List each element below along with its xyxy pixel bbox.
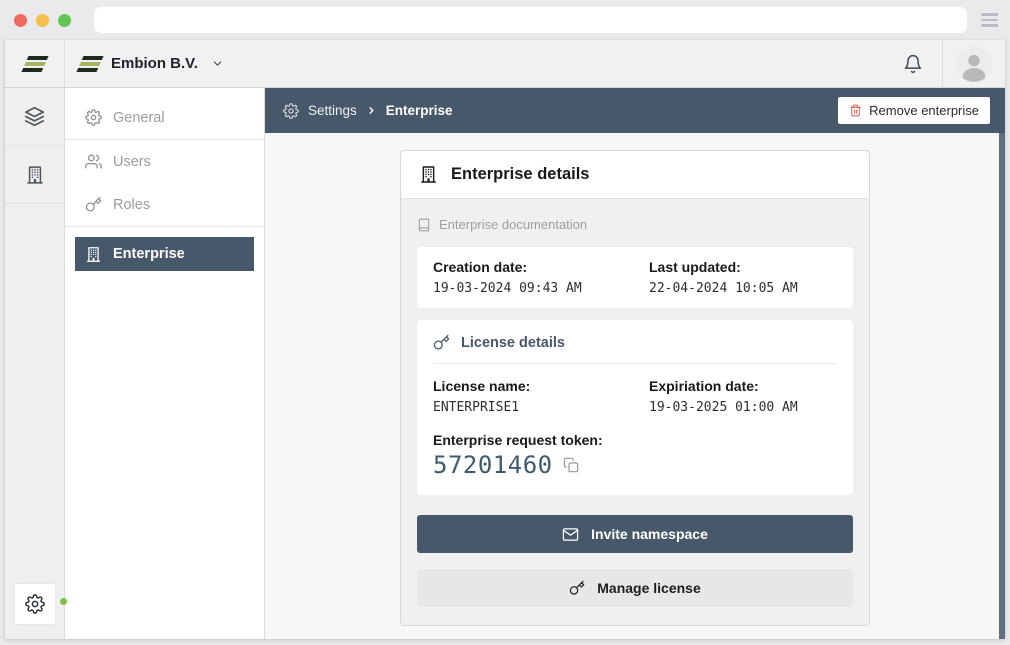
vertical-scrollbar[interactable] <box>999 133 1005 639</box>
app-header: Embion B.V. <box>5 40 1005 88</box>
creation-date-field: Creation date: 19-03-2024 09:43 AM <box>433 259 649 296</box>
last-updated-value: 22-04-2024 10:05 AM <box>649 281 837 296</box>
bell-icon <box>903 54 923 74</box>
sidebar-item-enterprise[interactable]: Enterprise <box>75 237 254 271</box>
users-icon <box>85 153 102 170</box>
building-icon <box>419 165 438 184</box>
chevron-right-icon <box>366 105 377 116</box>
gear-icon <box>25 594 45 614</box>
layers-icon <box>24 106 45 127</box>
browser-menu-icon[interactable] <box>981 11 998 29</box>
expiration-date-field: Expiriation date: 19-03-2025 01:00 AM <box>649 378 837 415</box>
browser-chrome <box>0 0 1010 40</box>
maximize-window-button[interactable] <box>58 14 71 27</box>
enterprise-documentation-link[interactable]: Enterprise documentation <box>417 217 587 232</box>
url-bar[interactable] <box>94 7 967 33</box>
last-updated-field: Last updated: 22-04-2024 10:05 AM <box>649 259 837 296</box>
sidebar-item-label: Roles <box>113 197 150 213</box>
window-controls <box>14 14 71 27</box>
copy-icon <box>563 457 579 473</box>
copy-token-button[interactable] <box>563 457 579 473</box>
rail-item-enterprise[interactable] <box>5 146 64 204</box>
minimize-window-button[interactable] <box>36 14 49 27</box>
dates-card: Creation date: 19-03-2024 09:43 AM Last … <box>417 247 853 308</box>
license-details-header: License details <box>433 334 837 351</box>
app-logo-cell <box>5 40 65 87</box>
gear-icon <box>85 109 102 126</box>
trash-icon <box>849 104 862 117</box>
person-icon <box>958 50 990 82</box>
key-icon <box>569 580 585 596</box>
creation-date-label: Creation date: <box>433 259 649 275</box>
request-token-row: 57201460 <box>433 451 837 479</box>
remove-enterprise-button[interactable]: Remove enterprise <box>838 97 990 124</box>
invite-namespace-button[interactable]: Invite namespace <box>417 515 853 553</box>
card-body: Enterprise documentation Creation date: … <box>401 199 869 625</box>
license-name-field: License name: ENTERPRISE1 <box>433 378 649 415</box>
embion-logo-icon <box>76 54 105 74</box>
content-area: Enterprise details Enterprise documentat… <box>265 133 1005 639</box>
request-token-value: 57201460 <box>433 451 553 479</box>
notifications-button[interactable] <box>884 54 942 74</box>
creation-date-value: 19-03-2024 09:43 AM <box>433 281 649 296</box>
last-updated-label: Last updated: <box>649 259 837 275</box>
org-switcher[interactable]: Embion B.V. <box>65 54 224 74</box>
breadcrumb-bar: Settings Enterprise Remove enterprise <box>265 88 1005 133</box>
card-header: Enterprise details <box>401 151 869 199</box>
license-name-label: License name: <box>433 378 649 394</box>
request-token-label: Enterprise request token: <box>433 432 837 448</box>
icon-rail <box>5 88 65 639</box>
embion-logo-icon <box>20 54 49 74</box>
sidebar-item-general[interactable]: General <box>65 96 264 139</box>
expiration-date-label: Expiriation date: <box>649 378 837 394</box>
doc-link-label: Enterprise documentation <box>439 217 587 232</box>
invite-namespace-label: Invite namespace <box>591 526 708 542</box>
rail-item-namespaces[interactable] <box>5 88 64 146</box>
breadcrumb-settings[interactable]: Settings <box>308 103 357 118</box>
manage-license-button[interactable]: Manage license <box>417 569 853 607</box>
key-icon <box>433 334 450 351</box>
gear-icon <box>283 103 299 119</box>
mail-icon <box>562 526 579 543</box>
sidebar-item-label: General <box>113 110 165 126</box>
chevron-down-icon <box>211 57 224 70</box>
close-window-button[interactable] <box>14 14 27 27</box>
avatar-cell <box>943 46 1005 82</box>
manage-license-label: Manage license <box>597 580 701 596</box>
building-icon <box>25 165 45 185</box>
user-avatar[interactable] <box>956 46 992 82</box>
expiration-date-value: 19-03-2025 01:00 AM <box>649 400 837 415</box>
license-details-title: License details <box>461 335 565 351</box>
divider <box>433 363 837 364</box>
status-dot <box>60 598 67 605</box>
license-name-value: ENTERPRISE1 <box>433 400 649 415</box>
rail-item-settings-active[interactable] <box>15 584 55 624</box>
sidebar-item-label: Users <box>113 154 151 170</box>
building-icon <box>85 246 102 263</box>
breadcrumb-enterprise[interactable]: Enterprise <box>386 103 453 118</box>
settings-sidebar: General Users Roles Enterprise <box>65 88 265 639</box>
sidebar-item-users[interactable]: Users <box>65 140 264 183</box>
key-icon <box>85 196 102 213</box>
book-icon <box>417 218 431 232</box>
sidebar-divider <box>65 226 264 227</box>
app-window: Embion B.V. <box>5 40 1005 639</box>
enterprise-details-card: Enterprise details Enterprise documentat… <box>400 150 870 626</box>
sidebar-item-label: Enterprise <box>113 246 185 262</box>
card-title: Enterprise details <box>451 165 589 184</box>
main-area: Settings Enterprise Remove enterprise En… <box>265 88 1005 639</box>
remove-enterprise-label: Remove enterprise <box>869 103 979 118</box>
sidebar-item-roles[interactable]: Roles <box>65 183 264 226</box>
license-details-card: License details License name: ENTERPRISE… <box>417 320 853 495</box>
org-name: Embion B.V. <box>111 55 198 72</box>
